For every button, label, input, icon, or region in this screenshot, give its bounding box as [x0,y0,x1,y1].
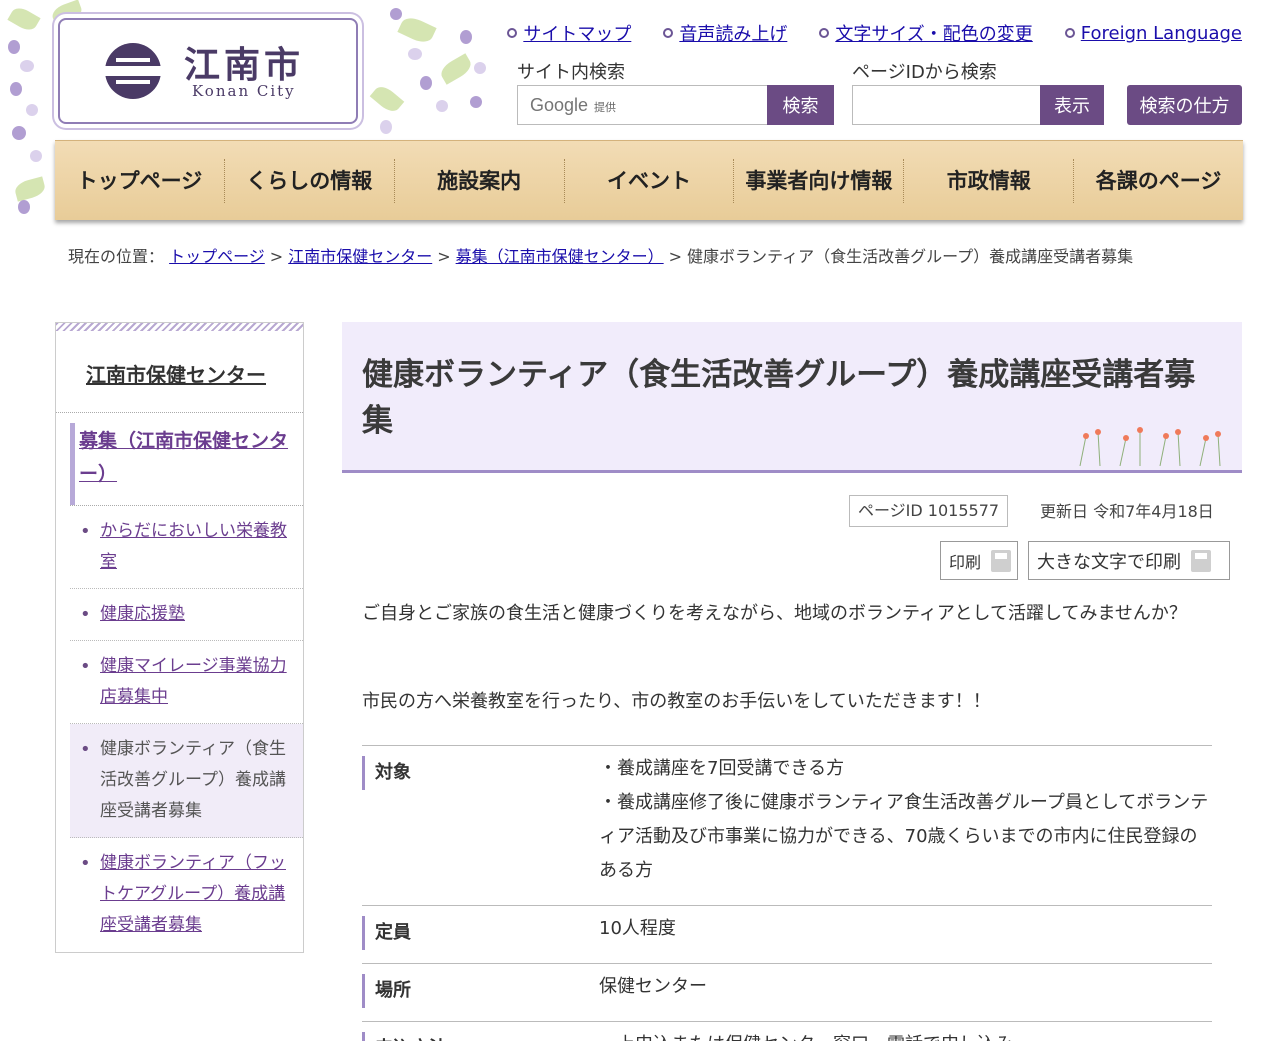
sidebar-stripe [56,323,303,331]
bullet-icon [507,28,518,38]
info-value: 保健センター [599,976,707,997]
flowers-decoration-icon [1079,427,1221,466]
info-label: 申込方法 [362,1032,582,1041]
pageid-input[interactable] [852,85,1042,125]
printer-icon [1191,549,1211,572]
sidebar-item-link[interactable]: 健康応援塾 [100,604,185,624]
site-search-label: サイト内検索 [517,62,625,83]
info-value: ・養成講座を7回受講できる方 ・養成講座修了後に健康ボランティア食生活改善グルー… [599,758,1209,881]
info-label: 対象 [362,756,582,790]
info-label: 定員 [362,916,582,950]
nav-events[interactable]: イベント [565,158,735,203]
nav-departments[interactable]: 各課のページ [1074,159,1243,203]
city-emblem-icon [105,43,161,99]
info-row-capacity: 定員 10人程度 [362,905,1212,963]
nav-city-admin[interactable]: 市政情報 [904,158,1075,203]
pageid-show-button[interactable]: 表示 [1040,85,1104,125]
voice-readout-link[interactable]: 音声読み上げ [679,20,787,46]
nav-top-page[interactable]: トップページ [55,158,225,203]
sidebar-item: 健康応援塾 [70,589,303,641]
sidebar: 江南市保健センター 募集（江南市保健センター） からだにおいしい栄養教室 健康応… [55,322,304,953]
nav-business-info[interactable]: 事業者向け情報 [734,158,905,203]
breadcrumb: 現在の位置： トップページ > 江南市保健センター > 募集（江南市保健センター） > 健康… [68,247,1134,266]
intro-paragraph-2: 市民の方へ栄養教室を行ったり、市の教室のお手伝いをしていただきます！！ [362,691,991,712]
updated-date: 更新日 令和7年4月18日 [1040,502,1214,521]
info-value: ・上申込または保健センター窓口、電話で申し込み [599,1028,1211,1041]
print-large-button[interactable]: 大きな文字で印刷 [1028,541,1230,580]
nav-facilities[interactable]: 施設案内 [395,158,565,203]
sidebar-item: 健康マイレージ事業協力店募集中 [70,641,303,724]
sidebar-current-section-link[interactable]: 募集（江南市保健センター） [79,430,288,485]
print-label: 印刷 [949,552,982,572]
info-row-target: 対象 ・養成講座を7回受講できる方 ・養成講座修了後に健康ボランティア食生活改善… [362,745,1212,905]
google-branding: Google 提供 [530,95,617,115]
print-large-label: 大きな文字で印刷 [1037,551,1181,573]
bullet-icon [1064,28,1075,38]
sidebar-heading[interactable]: 江南市保健センター [56,331,303,413]
breadcrumb-link-health-center[interactable]: 江南市保健センター [288,247,432,266]
logo-subtitle: Konan City [192,82,296,100]
breadcrumb-prefix: 現在の位置： [68,247,165,266]
info-row-place: 場所 保健センター [362,963,1212,1021]
site-search-input[interactable]: Google 提供 [517,85,769,125]
sidebar-list: からだにおいしい栄養教室 健康応援塾 健康マイレージ事業協力店募集中 健康ボラン… [70,505,303,951]
sitemap-link[interactable]: サイトマップ [523,20,631,46]
breadcrumb-link-recruitment[interactable]: 募集（江南市保健センター） [456,247,664,266]
sidebar-current-section: 募集（江南市保健センター） [70,423,303,505]
page-title-box: 健康ボランティア（食生活改善グループ）養成講座受講者募集 [342,322,1242,473]
search-button[interactable]: 検索 [767,85,834,125]
bullet-icon [663,28,674,38]
sidebar-item-link[interactable]: からだにおいしい栄養教室 [100,521,287,572]
intro-paragraph-1: ご自身とご家族の食生活と健康づくりを考えながら、地域のボランティアとして活躍して… [362,603,1187,624]
sidebar-item-current: 健康ボランティア（食生活改善グループ）養成講座受講者募集 [70,724,303,838]
site-logo[interactable]: 江南市 Konan City [58,18,358,124]
utility-nav: サイトマップ 音声読み上げ 文字サイズ・配色の変更 Foreign Langua… [507,20,1242,46]
printer-icon [991,549,1012,572]
nav-living-info[interactable]: くらしの情報 [225,158,395,203]
sidebar-item: からだにおいしい栄養教室 [70,506,303,589]
bullet-icon [819,28,830,38]
sidebar-item-link[interactable]: 健康マイレージ事業協力店募集中 [100,656,287,707]
search-howto-button[interactable]: 検索の仕方 [1127,85,1242,125]
foreign-language-link[interactable]: Foreign Language [1081,23,1242,44]
breadcrumb-link-top[interactable]: トップページ [169,247,265,266]
pageid-search-label: ページIDから検索 [852,62,997,83]
print-button[interactable]: 印刷 [940,541,1018,580]
sidebar-item-link[interactable]: 健康ボランティア（フットケアグループ）養成講座受講者募集 [100,853,286,935]
info-row-apply: 申込方法 ・上申込または保健センター窓口、電話で申し込み [362,1021,1212,1041]
sidebar-item: 健康ボランティア（フットケアグループ）養成講座受講者募集 [70,838,303,951]
page-id: ページID 1015577 [849,495,1009,527]
info-value: 10人程度 [599,918,676,939]
logo-name: 江南市 [184,44,305,86]
info-label: 場所 [362,974,582,1008]
breadcrumb-current: 健康ボランティア（食生活改善グループ）養成講座受講者募集 [687,247,1134,266]
text-size-color-link[interactable]: 文字サイズ・配色の変更 [835,20,1032,46]
global-nav: トップページ くらしの情報 施設案内 イベント 事業者向け情報 市政情報 各課の… [55,140,1243,220]
